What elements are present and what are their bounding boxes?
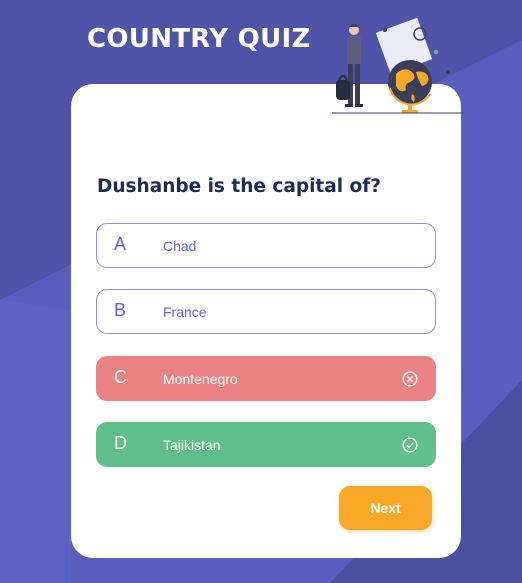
- option-label: Chad: [163, 238, 197, 254]
- check-circle-icon: [402, 437, 418, 453]
- option-letter: C: [114, 367, 127, 387]
- question-text: Dushanbe is the capital of?: [97, 176, 382, 197]
- option-label: Tajikistan: [163, 437, 221, 453]
- option-d[interactable]: D Tajikistan: [96, 422, 436, 467]
- option-letter: A: [114, 234, 127, 254]
- option-c[interactable]: C Montenegro: [96, 356, 436, 401]
- option-b[interactable]: B France: [96, 289, 436, 334]
- option-letter: D: [114, 433, 127, 453]
- next-button[interactable]: Next: [339, 486, 432, 530]
- option-label: France: [163, 304, 207, 320]
- close-circle-icon: [402, 371, 418, 387]
- app-title: COUNTRY QUIZ: [87, 24, 311, 54]
- traveler-globe-illustration: [332, 17, 463, 114]
- option-label: Montenegro: [163, 371, 238, 387]
- option-a[interactable]: A Chad: [96, 223, 436, 268]
- option-letter: B: [114, 300, 127, 320]
